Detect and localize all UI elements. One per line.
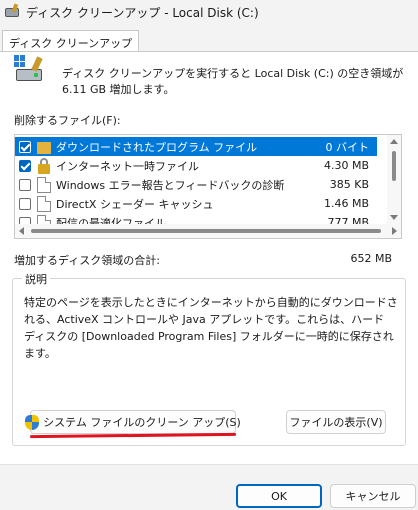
scroll-left-icon[interactable] <box>19 227 24 235</box>
scroll-thumb-horizontal[interactable] <box>31 229 381 233</box>
cleanup-system-files-button[interactable]: システム ファイルのクリーン アップ(S) <box>25 410 241 434</box>
list-item[interactable]: Windows エラー報告とフィードバックの診断 385 KB <box>15 175 377 194</box>
checkbox[interactable] <box>19 178 31 191</box>
file-name: DirectX シェーダー キャッシュ <box>56 197 214 211</box>
file-icon <box>37 195 51 212</box>
files-label: 削除するファイル(F): <box>14 114 121 127</box>
tab-bar: ディスク クリーンアップ <box>0 24 418 54</box>
file-size: 1.46 MB <box>323 197 369 210</box>
description-title: 説明 <box>22 271 50 287</box>
checkbox[interactable] <box>19 159 31 172</box>
file-size: 4.30 MB <box>323 159 369 172</box>
cleanup-system-files-label: システム ファイルのクリーン アップ(S) <box>43 416 241 429</box>
disk-cleanup-large-icon <box>14 55 46 87</box>
scroll-right-icon[interactable] <box>392 227 397 235</box>
cancel-button[interactable]: キャンセル <box>330 484 416 508</box>
list-item[interactable]: DirectX シェーダー キャッシュ 1.46 MB <box>15 194 377 213</box>
vertical-scrollbar[interactable] <box>387 135 401 224</box>
file-name: ダウンロードされたプログラム ファイル <box>56 140 258 154</box>
checkbox[interactable] <box>19 197 31 210</box>
list-item[interactable]: ダウンロードされたプログラム ファイル 0 バイト <box>15 137 377 156</box>
file-size: 385 KB <box>329 178 369 191</box>
horizontal-scrollbar[interactable] <box>15 224 401 238</box>
checkbox[interactable] <box>19 140 31 153</box>
file-name: Windows エラー報告とフィードバックの診断 <box>56 178 285 192</box>
file-name: インターネット一時ファイル <box>56 159 199 173</box>
description-text: 特定のページを表示したときにインターネットから自動的にダウンロードされる、Act… <box>24 296 398 360</box>
total-label: 増加するディスク領域の合計: <box>14 254 160 267</box>
disk-cleanup-icon <box>4 3 20 20</box>
title-bar: ディスク クリーンアップ - Local Disk (C:) <box>0 0 418 24</box>
total-value: 652 MB <box>350 252 392 265</box>
list-item[interactable]: インターネット一時ファイル 4.30 MB <box>15 156 377 175</box>
lock-icon <box>37 157 51 174</box>
scroll-up-icon[interactable] <box>390 139 398 144</box>
scroll-down-icon[interactable] <box>390 215 398 220</box>
header-description: ディスク クリーンアップを実行すると Local Disk (C:) の空き領域… <box>62 67 404 96</box>
uac-shield-icon <box>25 414 40 430</box>
view-files-button[interactable]: ファイルの表示(V) <box>286 410 386 434</box>
files-listbox[interactable]: ダウンロードされたプログラム ファイル 0 バイト インターネット一時ファイル … <box>14 134 402 239</box>
window-title: ディスク クリーンアップ - Local Disk (C:) <box>26 5 259 20</box>
folder-icon <box>37 141 51 154</box>
ok-button[interactable]: OK <box>236 484 322 508</box>
file-size: 0 バイト <box>325 140 370 154</box>
file-icon <box>37 176 51 193</box>
scroll-thumb[interactable] <box>392 151 396 181</box>
